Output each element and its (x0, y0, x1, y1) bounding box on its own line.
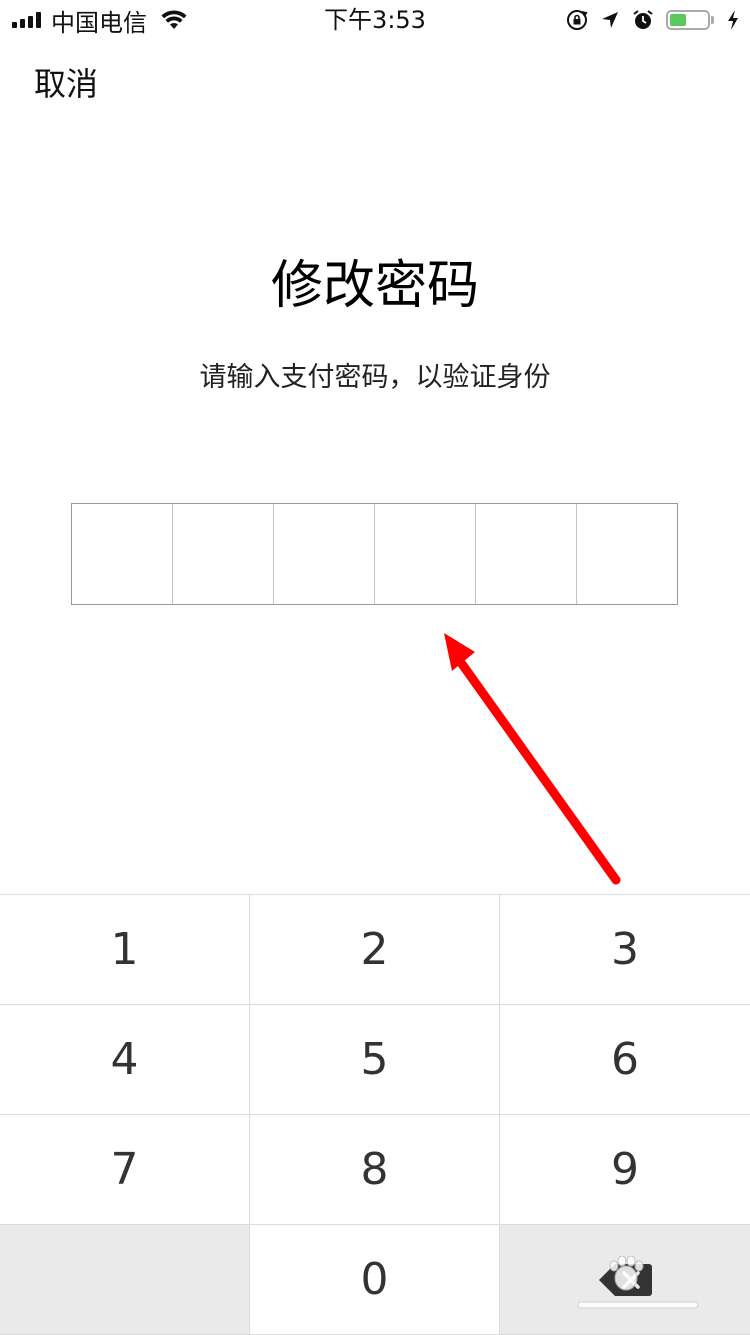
pin-cell[interactable] (577, 504, 677, 604)
signal-icon (12, 12, 41, 28)
key-3[interactable]: 3 (500, 895, 750, 1005)
numeric-keypad: 1 2 3 4 5 6 7 8 9 0 (0, 894, 750, 1335)
page-title: 修改密码 (270, 256, 479, 316)
wifi-icon (161, 10, 187, 29)
charging-icon (728, 10, 738, 30)
location-icon (602, 12, 618, 28)
delete-key[interactable] (500, 1225, 750, 1335)
battery-icon (666, 10, 714, 30)
pin-cell[interactable] (375, 504, 476, 604)
status-right (566, 4, 740, 36)
key-4[interactable]: 4 (0, 1005, 250, 1115)
cancel-button[interactable]: 取消 (34, 64, 98, 104)
pin-cell[interactable] (173, 504, 274, 604)
key-9[interactable]: 9 (500, 1115, 750, 1225)
key-5[interactable]: 5 (250, 1005, 500, 1115)
password-input[interactable] (71, 503, 678, 605)
backspace-icon (599, 1263, 652, 1296)
key-empty (0, 1225, 250, 1335)
key-2[interactable]: 2 (250, 895, 500, 1005)
status-bar: 中国电信 下午3:53 (0, 0, 750, 40)
carrier-label: 中国电信 (51, 8, 147, 37)
pin-cell[interactable] (72, 504, 173, 604)
pin-cell[interactable] (476, 504, 577, 604)
key-0[interactable]: 0 (250, 1225, 500, 1335)
status-left: 中国电信 (12, 4, 187, 37)
orientation-lock-icon (567, 10, 588, 30)
key-6[interactable]: 6 (500, 1005, 750, 1115)
pin-cell[interactable] (274, 504, 375, 604)
key-1[interactable]: 1 (0, 895, 250, 1005)
key-7[interactable]: 7 (0, 1115, 250, 1225)
key-8[interactable]: 8 (250, 1115, 500, 1225)
page-subtitle: 请输入支付密码，以验证身份 (199, 362, 551, 393)
alarm-icon (633, 10, 653, 29)
